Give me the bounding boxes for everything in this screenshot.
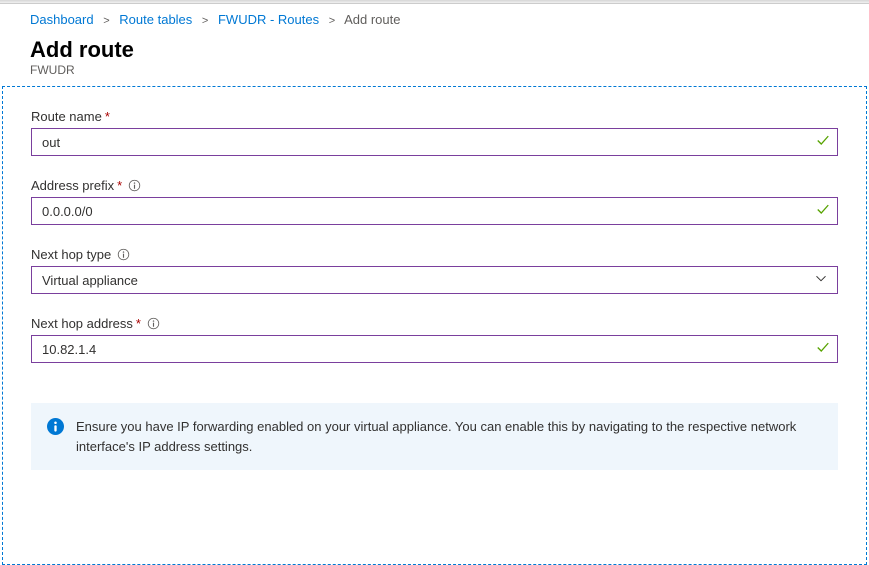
form-group-route-name: Route name *: [31, 109, 838, 156]
form-panel: Route name * Address prefix * Nex: [2, 86, 867, 565]
breadcrumb-separator: >: [103, 15, 109, 27]
page-header: Add route FWUDR: [0, 37, 869, 85]
info-badge-icon: [47, 418, 64, 438]
route-name-input-wrapper: [31, 128, 838, 156]
form-group-address-prefix: Address prefix *: [31, 178, 838, 225]
next-hop-type-label-text: Next hop type: [31, 247, 111, 262]
info-box: Ensure you have IP forwarding enabled on…: [31, 403, 838, 470]
route-name-label: Route name *: [31, 109, 838, 124]
route-name-label-text: Route name: [31, 109, 102, 124]
required-asterisk: *: [136, 316, 141, 331]
breadcrumb-separator: >: [202, 15, 208, 27]
next-hop-address-input[interactable]: [31, 335, 838, 363]
breadcrumb: Dashboard > Route tables > FWUDR - Route…: [0, 4, 869, 37]
address-prefix-input[interactable]: [31, 197, 838, 225]
form-group-next-hop-address: Next hop address *: [31, 316, 838, 363]
next-hop-type-label: Next hop type: [31, 247, 838, 262]
next-hop-address-label: Next hop address *: [31, 316, 838, 331]
checkmark-icon: [816, 203, 830, 220]
checkmark-icon: [816, 134, 830, 151]
next-hop-address-label-text: Next hop address: [31, 316, 133, 331]
breadcrumb-dashboard[interactable]: Dashboard: [30, 12, 94, 27]
breadcrumb-current: Add route: [344, 12, 400, 27]
breadcrumb-route-tables[interactable]: Route tables: [119, 12, 192, 27]
chevron-down-icon: [815, 273, 827, 288]
next-hop-type-value: Virtual appliance: [42, 273, 138, 288]
address-prefix-label-text: Address prefix: [31, 178, 114, 193]
info-icon[interactable]: [147, 317, 160, 330]
form-group-next-hop-type: Next hop type Virtual appliance: [31, 247, 838, 294]
next-hop-type-select[interactable]: Virtual appliance: [31, 266, 838, 294]
info-icon[interactable]: [128, 179, 141, 192]
info-box-text: Ensure you have IP forwarding enabled on…: [76, 417, 822, 456]
route-name-input[interactable]: [31, 128, 838, 156]
required-asterisk: *: [105, 109, 110, 124]
required-asterisk: *: [117, 178, 122, 193]
page-title: Add route: [30, 37, 839, 63]
page-subtitle: FWUDR: [30, 63, 839, 77]
breadcrumb-separator: >: [329, 15, 335, 27]
next-hop-address-input-wrapper: [31, 335, 838, 363]
info-icon[interactable]: [117, 248, 130, 261]
address-prefix-input-wrapper: [31, 197, 838, 225]
checkmark-icon: [816, 341, 830, 358]
breadcrumb-fwudr-routes[interactable]: FWUDR - Routes: [218, 12, 319, 27]
address-prefix-label: Address prefix *: [31, 178, 838, 193]
